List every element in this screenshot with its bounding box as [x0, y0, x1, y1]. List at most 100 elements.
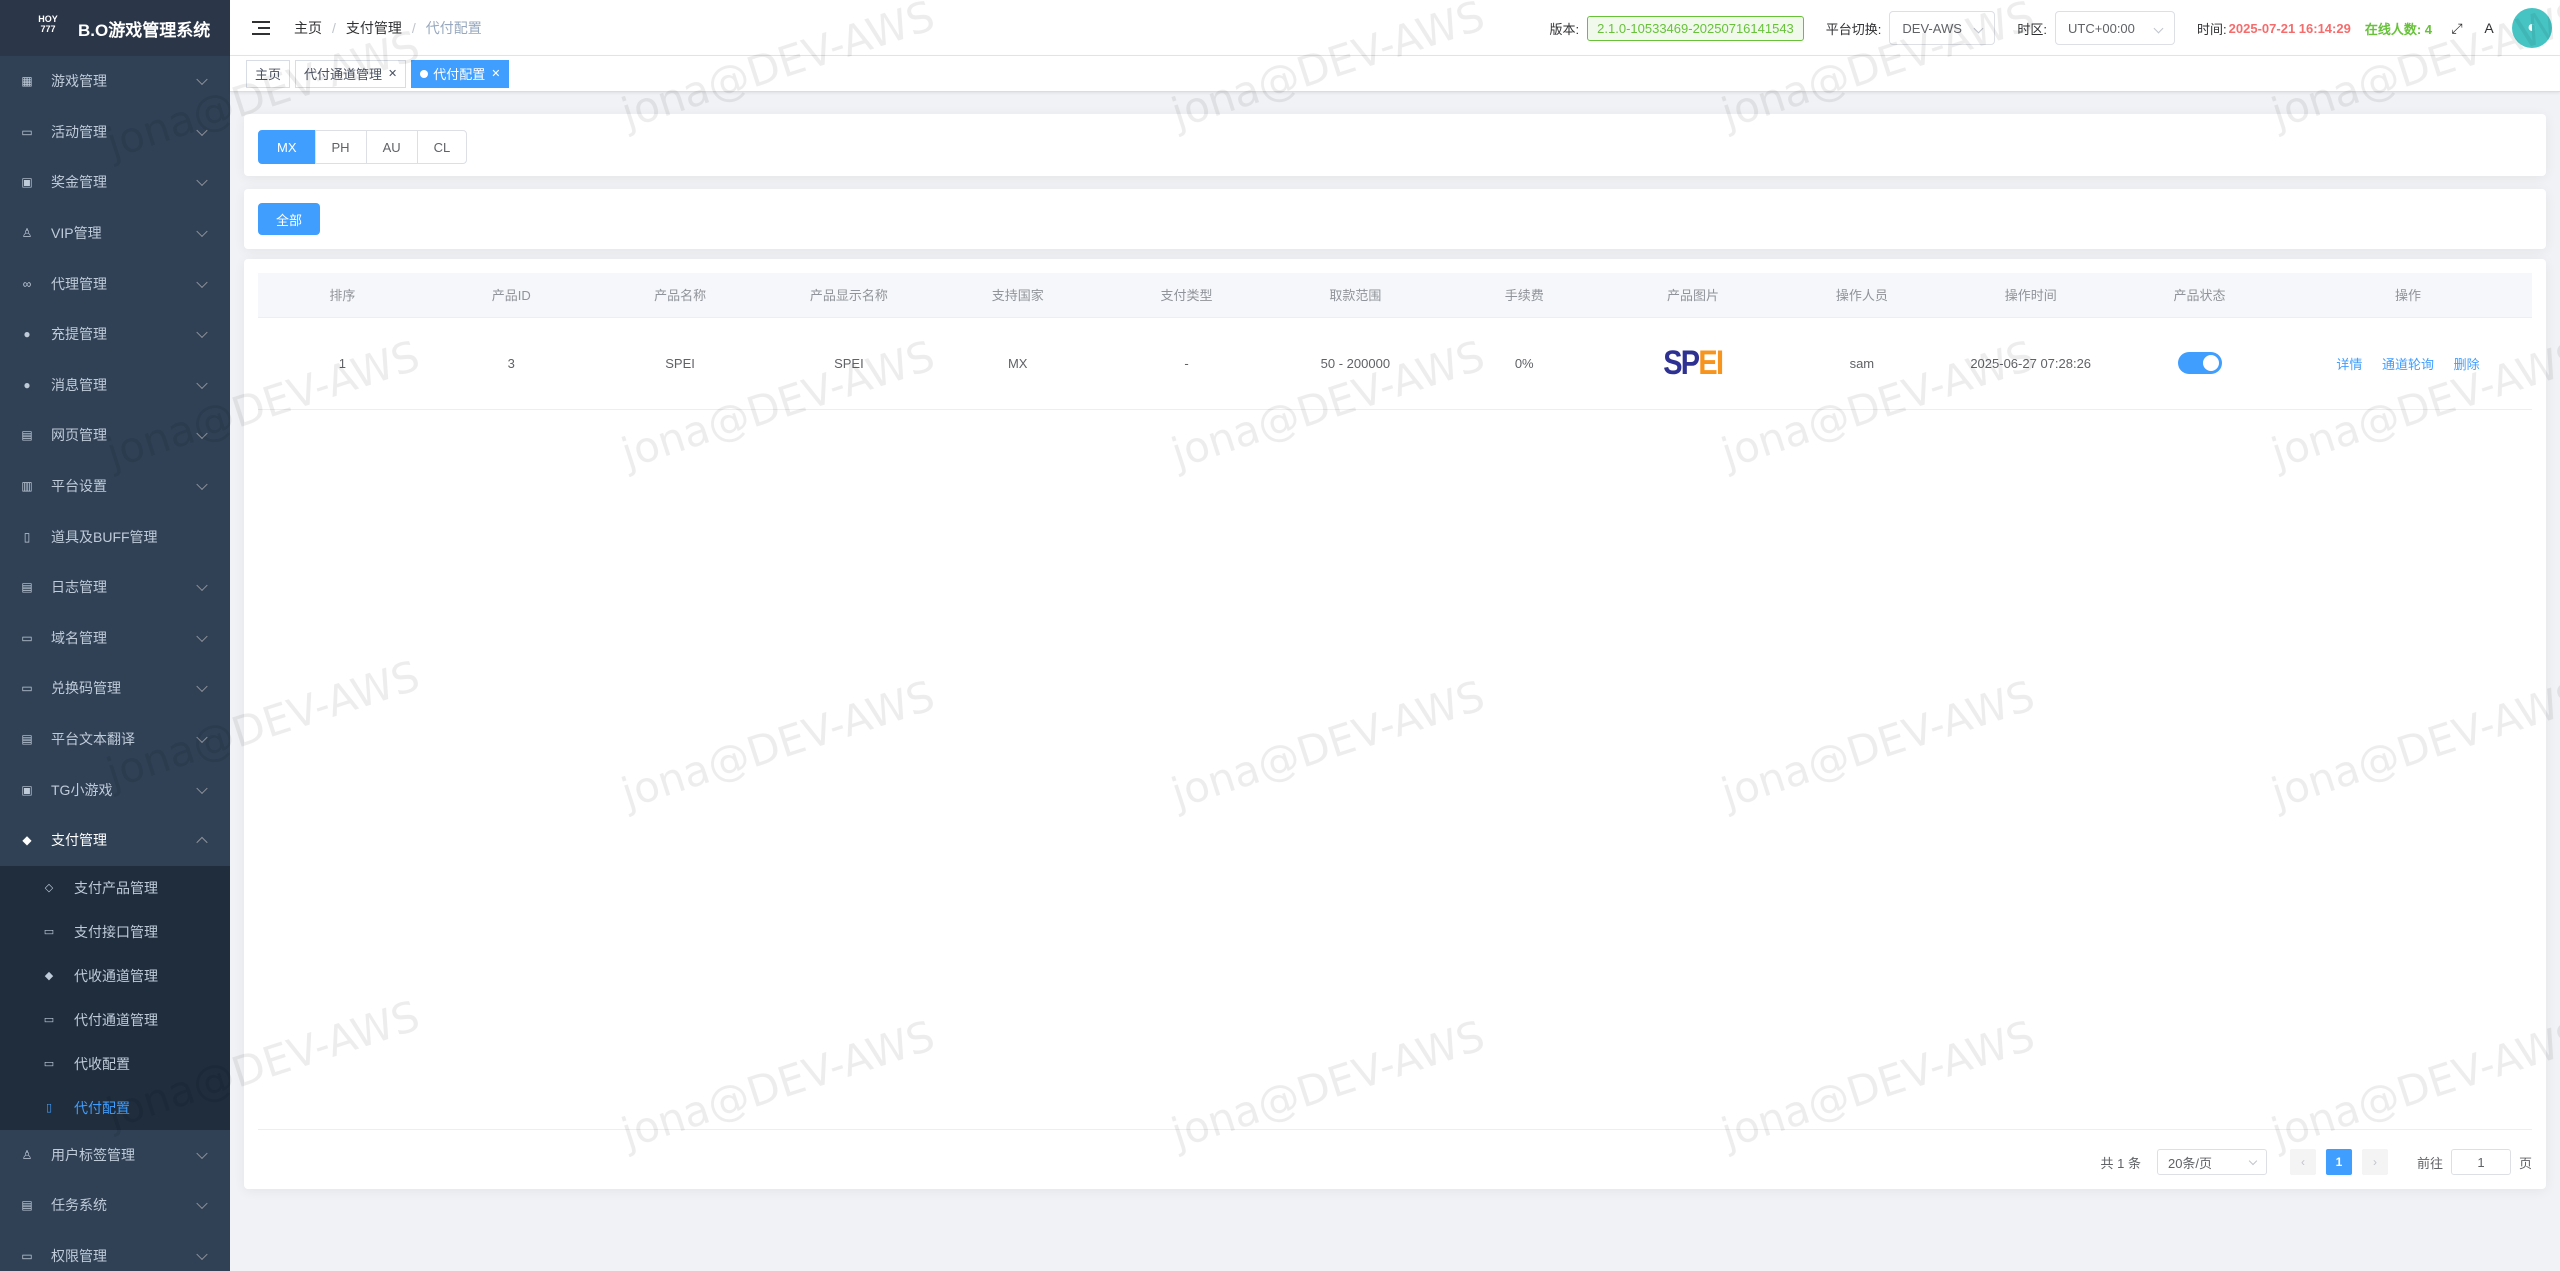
region-card: MX PH AU CL [244, 114, 2546, 176]
breadcrumb-home[interactable]: 主页 [294, 18, 322, 38]
language-icon[interactable]: A [2480, 19, 2498, 37]
sidebar-item-message[interactable]: ● 消息管理 [0, 360, 230, 411]
sidebar-item-label: 代收通道管理 [74, 967, 158, 984]
sidebar-subitem-collect-config[interactable]: ▭ 代收配置 [0, 1042, 230, 1086]
tag-label: 代付配置 [433, 67, 486, 82]
document-icon: ▯ [45, 1102, 53, 1114]
sidebar-item-activity[interactable]: ▭ 活动管理 [0, 107, 230, 158]
page-number[interactable]: 1 [2325, 1149, 2352, 1175]
goto-input[interactable]: 1 [2450, 1149, 2511, 1175]
chevron-down-icon [196, 1248, 208, 1261]
sidebar-item-deposit[interactable]: ● 充提管理 [0, 309, 230, 360]
platform-label: 平台切换: [1825, 21, 1882, 37]
close-icon[interactable]: ✕ [491, 67, 500, 80]
region-tab-ph[interactable]: PH [314, 130, 367, 164]
cell-time: 2025-06-27 07:28:26 [1946, 317, 2116, 410]
next-page-button[interactable]: › [2361, 1149, 2388, 1175]
chevron-down-icon [196, 478, 208, 491]
close-icon[interactable]: ✕ [388, 67, 397, 80]
sidebar-item-redeem[interactable]: ▭ 兑换码管理 [0, 663, 230, 714]
sidebar-item-bonus[interactable]: ▣ 奖金管理 [0, 157, 230, 208]
sidebar-item-label: 用户标签管理 [51, 1146, 135, 1163]
details-link[interactable]: 详情 [2336, 357, 2362, 372]
sidebar-item-game[interactable]: ▦ 游戏管理 [0, 56, 230, 107]
platform-select[interactable]: DEV-AWS [1889, 11, 1996, 45]
region-tab-au[interactable]: AU [365, 130, 418, 164]
sidebar-subitem-collect-channel[interactable]: ◆ 代收通道管理 [0, 954, 230, 998]
cell-product-id: 3 [426, 317, 596, 410]
delete-link[interactable]: 删除 [2454, 357, 2480, 372]
hamburger-icon[interactable] [252, 20, 272, 36]
vip-icon: ♙ [21, 226, 33, 241]
sidebar-item-domain[interactable]: ▭ 域名管理 [0, 613, 230, 664]
cell-pay-type: - [1102, 317, 1271, 410]
col-country: 支持国家 [933, 273, 1103, 318]
page-unit: 页 [2518, 1155, 2532, 1171]
permission-icon: ▭ [21, 1248, 33, 1263]
breadcrumb: 主页 / 支付管理 / 代付配置 [294, 18, 482, 38]
sidebar-item-vip[interactable]: ♙ VIP管理 [0, 208, 230, 259]
payout-config-table: 排序 产品ID 产品名称 产品显示名称 支持国家 支付类型 取款范围 手续费 产… [258, 273, 2532, 410]
chevron-down-icon [1973, 23, 1984, 34]
chevron-down-icon [2153, 23, 2164, 34]
item-icon: ▯ [23, 529, 31, 544]
tag-home[interactable]: 主页 [246, 59, 291, 88]
sidebar-subitem-product[interactable]: ◇ 支付产品管理 [0, 866, 230, 910]
chevron-down-icon [196, 731, 208, 744]
chevron-down-icon [196, 1198, 208, 1210]
user-avatar[interactable]: ◐ [2512, 8, 2552, 48]
pagination-total: 共 1 条 [2100, 1155, 2141, 1171]
chevron-down-icon [196, 782, 208, 794]
sidebar-item-label: 道具及BUFF管理 [51, 528, 158, 545]
sidebar-item-label: VIP管理 [51, 225, 102, 242]
sidebar-item-platform[interactable]: ▥ 平台设置 [0, 461, 230, 512]
sidebar-item-label: 活动管理 [51, 123, 107, 140]
spei-logo-image[interactable]: SPEI [1664, 346, 1725, 380]
sidebar-item-label: 代付通道管理 [74, 1011, 158, 1028]
platform-select-value: DEV-AWS [1902, 20, 1962, 36]
all-button[interactable]: 全部 [258, 203, 321, 235]
sidebar-subitem-payout-config[interactable]: ▯ 代付配置 [0, 1086, 230, 1130]
page-size-select[interactable]: 20条/页 [2156, 1149, 2267, 1175]
sidebar-item-webpage[interactable]: ▤ 网页管理 [0, 410, 230, 461]
sidebar-item-log[interactable]: ▤ 日志管理 [0, 562, 230, 613]
cell-name: SPEI [595, 317, 765, 410]
sidebar-item-user-tags[interactable]: ♙ 用户标签管理 [0, 1130, 230, 1181]
cell-status [2115, 317, 2284, 410]
money-icon: ▣ [21, 175, 33, 190]
tag-payout-config[interactable]: 代付配置 ✕ [411, 59, 510, 88]
sidebar-item-buff[interactable]: ▯ 道具及BUFF管理 [0, 511, 230, 562]
channel-polling-link[interactable]: 通道轮询 [2382, 357, 2434, 372]
sidebar-subitem-payout-channel[interactable]: ▭ 代付通道管理 [0, 998, 230, 1042]
sidebar-item-label: 支付产品管理 [74, 879, 158, 896]
sidebar-item-translate[interactable]: ▤ 平台文本翻译 [0, 714, 230, 765]
fullscreen-icon[interactable]: ⤢ [2448, 19, 2466, 37]
chevron-down-icon [196, 428, 208, 440]
code-icon: ▭ [21, 681, 33, 696]
timezone-select[interactable]: UTC+00:00 [2055, 11, 2176, 45]
region-tabs: MX PH AU CL [258, 130, 468, 164]
cell-country: MX [933, 317, 1103, 410]
prev-page-button[interactable]: ‹ [2289, 1149, 2316, 1175]
tag-payout-channel[interactable]: 代付通道管理 ✕ [295, 59, 407, 88]
chevron-up-icon [196, 836, 208, 849]
sidebar-item-task[interactable]: ▤ 任务系统 [0, 1180, 230, 1231]
region-tab-mx[interactable]: MX [258, 130, 316, 164]
time-label: 时间: [2197, 21, 2227, 37]
breadcrumb-payment[interactable]: 支付管理 [346, 18, 402, 38]
user-icon: ♙ [21, 1147, 33, 1162]
app-logo[interactable]: HOY 777 B.O游戏管理系统 [0, 0, 230, 56]
sidebar-item-tg[interactable]: ▣ TG小游戏 [0, 764, 230, 815]
sidebar-subitem-interface[interactable]: ▭ 支付接口管理 [0, 910, 230, 954]
region-tab-cl[interactable]: CL [416, 130, 468, 164]
sidebar-item-agent[interactable]: ∞ 代理管理 [0, 258, 230, 309]
breadcrumb-current: 代付配置 [425, 19, 482, 36]
breadcrumb-separator: / [411, 19, 416, 36]
breadcrumb-separator: / [332, 19, 336, 36]
sidebar-item-payment[interactable]: ◆ 支付管理 [0, 815, 230, 866]
cell-image: SPEI [1608, 317, 1778, 410]
chevron-down-icon [196, 225, 208, 238]
status-toggle[interactable] [2177, 352, 2222, 374]
sidebar-item-permission[interactable]: ▭ 权限管理 [0, 1231, 230, 1271]
col-status: 产品状态 [2115, 273, 2284, 318]
